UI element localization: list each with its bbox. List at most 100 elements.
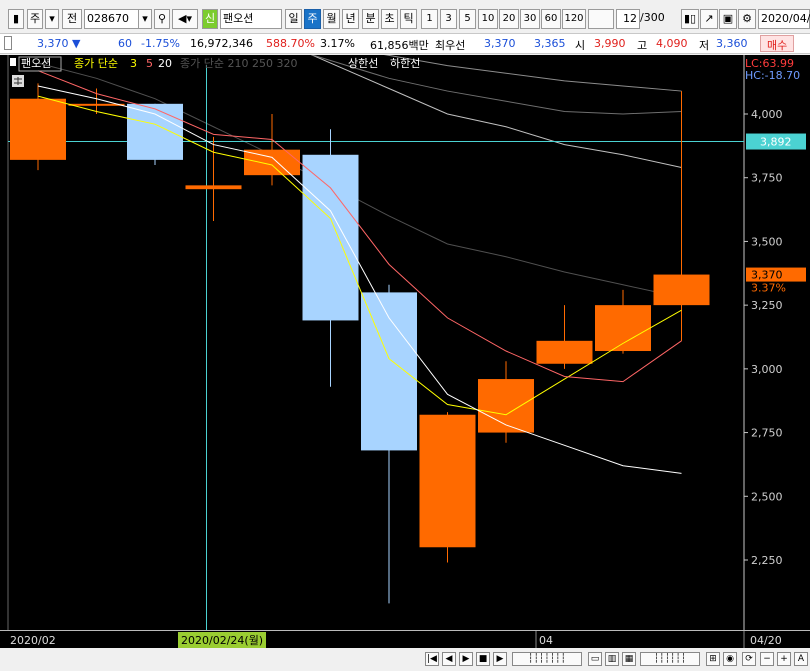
volume: 16,972,346 [190, 37, 253, 50]
tab-n-3[interactable]: 3 [440, 9, 457, 29]
code-input[interactable]: 028670 [84, 9, 139, 29]
split-icon[interactable]: ▥ [605, 652, 619, 666]
legend-upper-limit: 상한선 [348, 57, 378, 70]
scroll-controls: |◀ ◀ ▶ ■ ▶ ┆┆┆┆┆┆┆ ▭ ▥ ▦ ┆┆┆┆┆┆ ⊞ ◉ ⟳ − … [0, 648, 810, 671]
tab-n-5[interactable]: 5 [459, 9, 476, 29]
hc-label: HC:-18.70 [745, 69, 800, 82]
scroll-prev-icon[interactable]: ◀ [442, 652, 456, 666]
candle-body-3 [185, 185, 242, 190]
chart-area[interactable]: 4,000 3,750 3,500 3,250 3,000 2,750 2,500 2,250… [0, 55, 810, 630]
candle-body-9 [536, 340, 593, 364]
crosshair-price-label: 3,892 [760, 136, 792, 149]
price: 3,370 [37, 37, 69, 50]
zoom-track[interactable]: ┆┆┆┆┆┆ [640, 652, 700, 666]
settings-icon[interactable]: ⚙ [738, 9, 756, 29]
y-tick-label-2: 3,500 [751, 235, 783, 248]
jeon-button[interactable]: 전 [62, 9, 82, 29]
chart-icon[interactable]: ▮ [8, 9, 24, 29]
scroll-first-icon[interactable]: |◀ [425, 652, 439, 666]
best-label: 최우선 [435, 39, 466, 52]
best-bid: 3,365 [534, 37, 566, 50]
open-label: 시 [575, 39, 586, 52]
low-label: 저 [699, 39, 710, 52]
high-label: 고 [637, 39, 648, 52]
x-label-2: 04 [539, 634, 553, 647]
play-icon[interactable]: ▶ [459, 652, 473, 666]
scroll-track[interactable]: ┆┆┆┆┆┆┆ [512, 652, 582, 666]
eye-icon[interactable]: ◉ [723, 652, 737, 666]
y-tick-label-7: 2,250 [751, 554, 783, 567]
y-tick-label-4: 3,000 [751, 363, 783, 376]
candle-body-6 [361, 292, 417, 451]
stop-icon[interactable]: ■ [476, 652, 490, 666]
tab-n-30[interactable]: 30 [520, 9, 540, 29]
tab-n-20[interactable]: 20 [499, 9, 519, 29]
y-tick-label-6: 2,500 [751, 490, 783, 503]
toolbar: ▮ 주 ▾ 전 028670 ▾ ⚲ ◀▾ 신 팬오션 일 주 월 년 분 초 … [0, 0, 810, 34]
date-axis: 2020/02 2020/02/24(월) 04 04/20 [0, 630, 810, 649]
amount: 61,856백만 [370, 39, 429, 52]
candle-body-10 [595, 305, 651, 352]
reset-icon[interactable]: ⟳ [742, 652, 756, 666]
tab-minute[interactable]: 분 [362, 9, 379, 29]
save-icon[interactable]: ▣ [719, 9, 737, 29]
tab-period-year[interactable]: 년 [342, 9, 359, 29]
legend-ma-period-3: 3 [130, 57, 137, 70]
mode-dropdown-icon[interactable]: ▾ [45, 9, 59, 29]
legend-ma-label: 종가 단순 [74, 57, 118, 70]
y-tick-label-3: 3,250 [751, 299, 783, 312]
line-tool-icon[interactable]: ↗ [700, 9, 718, 29]
quote-expand-icon[interactable] [4, 36, 12, 50]
y-tick-label-0: 4,000 [751, 108, 783, 121]
date-input[interactable]: 2020/04/ [758, 9, 810, 29]
count-total: /300 [640, 11, 665, 24]
last-price-label: 3,370 [751, 269, 783, 282]
tab-n-60[interactable]: 60 [541, 9, 561, 29]
tab-period-day[interactable]: 일 [285, 9, 302, 29]
tab-n-10[interactable]: 10 [478, 9, 498, 29]
x-label-1: 2020/02/24(월) [181, 634, 263, 647]
zoom-out-icon[interactable]: − [760, 652, 774, 666]
tab-n-120[interactable]: 120 [562, 9, 586, 29]
code-dropdown-icon[interactable]: ▾ [138, 9, 152, 29]
change-pct: -1.75% [141, 37, 180, 50]
tab-n-1[interactable]: 1 [421, 9, 438, 29]
font-size-icon[interactable]: A [794, 652, 808, 666]
legend-faded-text: 종가 단순 210 250 320 [180, 57, 297, 70]
fit-icon[interactable]: ▭ [588, 652, 602, 666]
tab-period-month[interactable]: 월 [323, 9, 340, 29]
candle-body-5 [302, 154, 359, 321]
open-value: 3,990 [594, 37, 626, 50]
tab-second[interactable]: 초 [381, 9, 398, 29]
legend-name: 팬오션 [21, 57, 51, 70]
count-input[interactable]: 12 [616, 9, 640, 29]
candle-body-0 [10, 98, 66, 160]
scroll-next-icon[interactable]: ▶ [493, 652, 507, 666]
legend-lower-limit: 하한선 [390, 56, 420, 70]
table-icon[interactable]: ▦ [622, 652, 636, 666]
zoom-in-icon[interactable]: + [777, 652, 791, 666]
y-tick-label-1: 3,750 [751, 172, 783, 185]
candle-body-7 [419, 414, 476, 548]
tab-period-week[interactable]: 주 [304, 9, 321, 29]
legend-ma-period-20: 20 [158, 57, 172, 70]
name-input[interactable]: 팬오션 [220, 9, 282, 29]
ruler-icon[interactable]: ⊞ [706, 652, 720, 666]
buy-button[interactable]: 매수 [760, 35, 795, 52]
direction-icon: ▼ [72, 37, 81, 50]
x-label-3: 04/20 [750, 634, 782, 647]
y-tick-label-5: 2,750 [751, 427, 783, 440]
candle-type-icon[interactable]: ▮▯ [681, 9, 699, 29]
quote-row: 3,370 ▼ 60 -1.75% 16,972,346 588.70% 3.1… [0, 34, 810, 54]
price-chart[interactable]: 4,000 3,750 3,500 3,250 3,000 2,750 2,500 2,250… [0, 55, 810, 630]
speaker-icon[interactable]: ◀▾ [172, 9, 198, 29]
tab-tick[interactable]: 틱 [400, 9, 417, 29]
turnover-pct: 3.17% [320, 37, 355, 50]
volume-ratio: 588.70% [266, 37, 315, 50]
custom-period-input[interactable] [588, 9, 614, 29]
high-value: 4,090 [656, 37, 688, 50]
last-pct-label: 3.37% [751, 282, 786, 295]
mode-select[interactable]: 주 [27, 9, 43, 29]
search-icon[interactable]: ⚲ [154, 9, 170, 29]
date-axis-bg [0, 631, 810, 649]
